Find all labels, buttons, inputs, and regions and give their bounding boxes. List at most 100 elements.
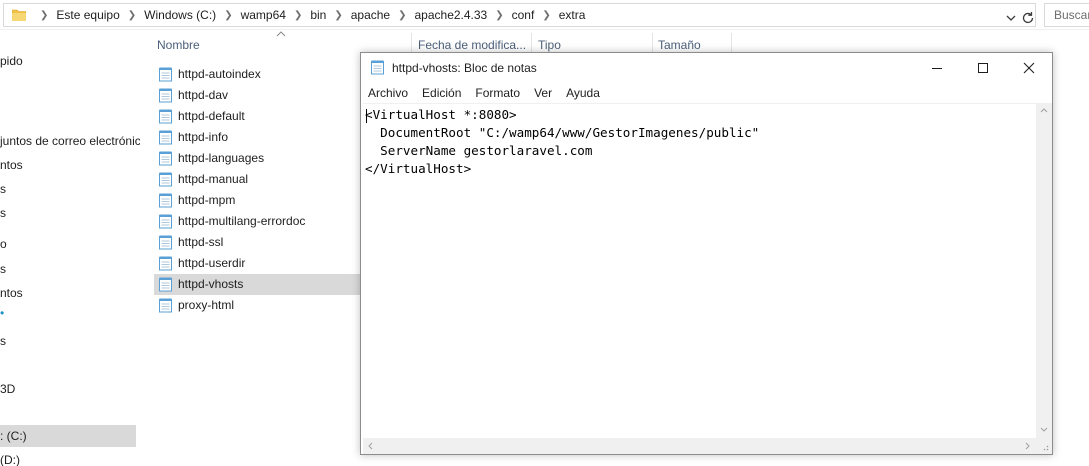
scroll-left-icon[interactable]	[367, 442, 373, 450]
notepad-menu-bar: Archivo Edición Formato Ver Ayuda	[361, 83, 1052, 103]
file-row[interactable]: httpd-dav	[154, 85, 364, 106]
column-header-type[interactable]: Tipo	[538, 38, 561, 52]
notepad-file-icon	[159, 67, 172, 82]
file-row[interactable]: httpd-manual	[154, 169, 364, 190]
breadcrumb-conf[interactable]: conf	[512, 8, 535, 22]
notepad-title-bar[interactable]: httpd-vhosts: Bloc de notas	[361, 53, 1052, 83]
breadcrumb-separator-icon[interactable]: ❯	[294, 10, 302, 21]
refresh-icon[interactable]	[1020, 10, 1036, 26]
breadcrumb-apache[interactable]: apache	[351, 8, 390, 22]
breadcrumb-windows-c[interactable]: Windows (C:)	[144, 8, 216, 22]
file-name: proxy-html	[178, 298, 235, 312]
nav-item-folder[interactable]: s	[0, 330, 6, 352]
folder-icon	[12, 9, 26, 21]
notepad-file-icon	[159, 130, 172, 145]
column-header-name[interactable]: Nombre	[157, 38, 200, 52]
file-name: httpd-languages	[178, 151, 265, 165]
menu-edicion[interactable]: Edición	[415, 83, 468, 103]
notepad-window: httpd-vhosts: Bloc de notas Archivo Edic…	[360, 52, 1053, 455]
breadcrumb-wamp64[interactable]: wamp64	[241, 8, 286, 22]
text-line: </VirtualHost>	[365, 161, 472, 176]
nav-item-folder[interactable]: s	[0, 258, 6, 280]
maximize-icon	[978, 63, 988, 73]
notepad-file-icon	[159, 172, 172, 187]
breadcrumb-bin[interactable]: bin	[310, 8, 326, 22]
scroll-down-icon[interactable]	[1040, 427, 1048, 433]
notepad-file-icon	[159, 88, 172, 103]
file-row[interactable]: httpd-autoindex	[154, 64, 364, 85]
menu-ayuda[interactable]: Ayuda	[559, 83, 607, 103]
file-row[interactable]: httpd-default	[154, 106, 364, 127]
nav-item-folder[interactable]: s	[0, 202, 6, 224]
horizontal-scrollbar[interactable]	[363, 438, 1036, 454]
search-placeholder: Buscar	[1054, 8, 1089, 22]
nav-item-windows-c[interactable]: : (C:)	[0, 425, 136, 447]
column-header-modified[interactable]: Fecha de modifica...	[418, 38, 526, 52]
text-line: <VirtualHost *:8080>	[365, 107, 517, 122]
nav-item-acceso-rapido[interactable]: pido	[0, 50, 23, 72]
file-row[interactable]: proxy-html	[154, 295, 364, 316]
resize-grip[interactable]	[1036, 438, 1052, 454]
file-row[interactable]: httpd-vhosts	[154, 274, 364, 295]
nav-item-objetos-3d[interactable]: 3D	[0, 378, 15, 400]
file-row[interactable]: httpd-info	[154, 127, 364, 148]
notepad-file-icon	[159, 298, 172, 313]
nav-item-adjuntos-correo[interactable]: juntos de correo electrónico	[0, 130, 140, 152]
minimize-icon	[932, 68, 942, 69]
address-bar-area: ❯ Este equipo ❯ Windows (C:) ❯ wamp64 ❯ …	[0, 0, 1089, 30]
nav-item-documentos-2[interactable]: ntos	[0, 282, 23, 304]
close-icon	[1023, 62, 1035, 74]
chevron-down-icon[interactable]	[1004, 11, 1018, 25]
file-name: httpd-multilang-errordoc	[178, 214, 306, 228]
file-name: httpd-userdir	[178, 256, 246, 270]
file-name: httpd-dav	[178, 88, 229, 102]
menu-ver[interactable]: Ver	[527, 83, 559, 103]
scroll-right-icon[interactable]	[1025, 442, 1031, 450]
notepad-file-icon	[159, 214, 172, 229]
menu-formato[interactable]: Formato	[468, 83, 527, 103]
nav-item-documentos[interactable]: ntos	[0, 154, 23, 176]
notepad-title: httpd-vhosts: Bloc de notas	[392, 61, 537, 75]
breadcrumb-separator-icon[interactable]: ❯	[334, 10, 342, 21]
nav-item-drive-d[interactable]: (D:)	[0, 449, 20, 466]
vertical-scrollbar[interactable]	[1036, 103, 1052, 438]
breadcrumb-extra[interactable]: extra	[559, 8, 586, 22]
address-bar[interactable]: ❯ Este equipo ❯ Windows (C:) ❯ wamp64 ❯ …	[3, 3, 1036, 27]
nav-bullet-icon: •	[0, 306, 5, 320]
scroll-up-icon[interactable]	[1040, 107, 1048, 113]
file-row[interactable]: httpd-userdir	[154, 253, 364, 274]
file-row[interactable]: httpd-ssl	[154, 232, 364, 253]
nav-item-folder[interactable]: o	[0, 233, 7, 255]
breadcrumb-separator-icon[interactable]: ❯	[398, 10, 406, 21]
file-row[interactable]: httpd-multilang-errordoc	[154, 211, 364, 232]
menu-archivo[interactable]: Archivo	[361, 83, 415, 103]
breadcrumb-este-equipo[interactable]: Este equipo	[56, 8, 119, 22]
notepad-text-area[interactable]: <VirtualHost *:8080> DocumentRoot "C:/wa…	[363, 103, 1036, 438]
breadcrumb-separator-icon[interactable]: ❯	[542, 10, 550, 21]
file-name: httpd-vhosts	[178, 277, 244, 291]
breadcrumb-apache-version[interactable]: apache2.4.33	[415, 8, 488, 22]
text-line: ServerName gestorlaravel.com	[365, 143, 593, 158]
nav-item-folder[interactable]: s	[0, 178, 6, 200]
text-line: DocumentRoot "C:/wamp64/www/GestorImagen…	[365, 125, 760, 140]
file-row[interactable]: httpd-languages	[154, 148, 364, 169]
column-header-size[interactable]: Tamaño	[658, 38, 701, 52]
file-name: httpd-default	[178, 109, 245, 123]
resize-grip-icon	[1043, 445, 1049, 451]
close-button[interactable]	[1006, 53, 1052, 83]
breadcrumb-separator-icon[interactable]: ❯	[495, 10, 503, 21]
notepad-file-icon	[159, 109, 172, 124]
minimize-button[interactable]	[914, 53, 960, 83]
notepad-file-icon	[159, 235, 172, 250]
notepad-file-icon	[159, 193, 172, 208]
breadcrumb-separator-icon[interactable]: ❯	[40, 10, 48, 21]
file-name: httpd-manual	[178, 172, 249, 186]
breadcrumb-separator-icon[interactable]: ❯	[224, 10, 232, 21]
file-name: httpd-autoindex	[178, 67, 261, 81]
breadcrumb-separator-icon[interactable]: ❯	[128, 10, 136, 21]
file-name: httpd-mpm	[178, 193, 236, 207]
search-input[interactable]: Buscar	[1044, 3, 1089, 27]
file-row[interactable]: httpd-mpm	[154, 190, 364, 211]
maximize-button[interactable]	[960, 53, 1006, 83]
file-name: httpd-info	[178, 130, 229, 144]
